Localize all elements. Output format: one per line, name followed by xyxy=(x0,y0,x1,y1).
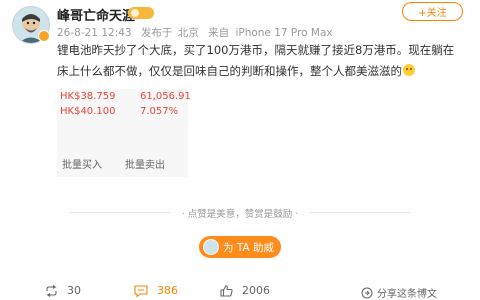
author-name[interactable]: 峰哥亡命天涯 xyxy=(57,5,135,24)
like-count: 2006 xyxy=(242,284,270,297)
tip-button[interactable]: 为 TA 助威 xyxy=(199,236,281,258)
appreciation-label: 点赞是美意，赞赏是鼓励 xyxy=(187,209,293,220)
share-label: 分享这条博文 xyxy=(377,289,437,300)
repost-button[interactable]: 30 xyxy=(45,284,81,297)
follow-button[interactable]: +关注 xyxy=(402,2,463,21)
dot-right-icon: · xyxy=(292,209,299,220)
share-icon xyxy=(361,287,373,299)
post-location: 北京 xyxy=(177,27,199,39)
stock-value-1: 61,056.91 xyxy=(140,91,191,102)
posted-from-label: 发布于 xyxy=(140,27,173,39)
like-button[interactable]: 2006 xyxy=(220,284,270,297)
grin-emoji-icon xyxy=(403,64,415,76)
comment-button[interactable]: 386 xyxy=(134,284,178,297)
comment-icon xyxy=(134,284,148,297)
post-text: 锂电池昨天抄了个大底，买了100万港币，隔天就赚了接近8万港币。现在躺在床上什么… xyxy=(57,43,455,78)
stock-row-1: HK$38.759 61,056.91 xyxy=(60,91,191,102)
post-meta: 26-8-21 12:43 发布于 北京 来自 iPhone 17 Pro Ma… xyxy=(57,25,339,40)
bulk-sell-button[interactable]: 批量卖出 xyxy=(125,156,165,171)
tip-avatar-icon xyxy=(203,239,219,255)
bulk-buy-button[interactable]: 批量买入 xyxy=(62,156,102,171)
stock-value-2: 7.057% xyxy=(140,106,179,117)
post-content: 锂电池昨天抄了个大底，买了100万港币，隔天就赚了接近8万港币。现在躺在床上什么… xyxy=(57,40,465,82)
repost-icon xyxy=(46,284,57,297)
stock-price-1: HK$38.759 xyxy=(60,91,116,102)
appreciation-text: · 点赞是美意，赞赏是鼓励 · xyxy=(0,206,480,220)
repost-count: 30 xyxy=(67,284,81,297)
share-post-link[interactable]: 分享这条博文 xyxy=(361,285,437,300)
post-device: iPhone 17 Pro Max xyxy=(235,27,333,39)
thumbs-up-icon xyxy=(220,284,233,297)
stock-price-2: HK$40.100 xyxy=(60,106,116,117)
source-prefix: 来自 xyxy=(208,27,230,39)
vip-badge-icon xyxy=(128,7,154,19)
comment-count: 386 xyxy=(157,284,178,297)
post-date[interactable]: 26-8-21 12:43 xyxy=(57,27,132,39)
tip-button-label: 为 TA 助威 xyxy=(223,241,274,254)
stock-row-2: HK$40.100 7.057% xyxy=(60,106,178,117)
verified-badge-icon xyxy=(38,30,50,42)
